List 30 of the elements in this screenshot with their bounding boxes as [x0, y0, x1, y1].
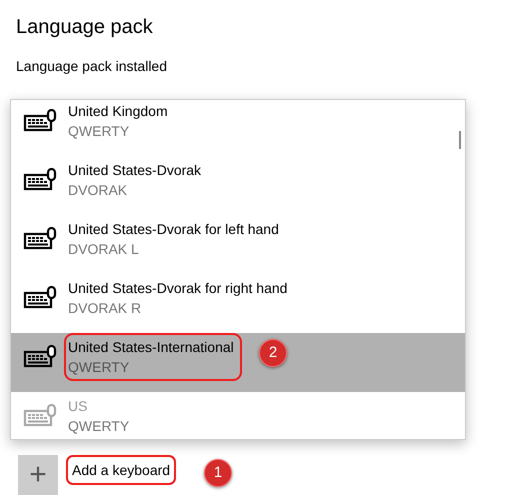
scrollbar-thumb[interactable]: [459, 131, 461, 149]
keyboard-list-item[interactable]: United Kingdom QWERTY: [11, 100, 465, 156]
keyboard-list-item[interactable]: United States-Dvorak DVORAK: [11, 156, 465, 215]
annotation-number: 2: [259, 339, 287, 367]
keyboard-name: United States-Dvorak for right hand: [68, 279, 288, 298]
keyboard-name: United States-Dvorak: [68, 161, 202, 180]
layout-label: QWERTY: [68, 358, 130, 377]
keyboard-icon: [23, 109, 57, 133]
keyboard-list-item[interactable]: United States-International QWERTY 2: [11, 333, 465, 392]
keyboard-icon: [23, 286, 57, 310]
keyboard-name: United Kingdom: [68, 102, 168, 121]
layout-label: QWERTY: [68, 122, 130, 141]
layout-label: DVORAK: [68, 181, 128, 200]
add-keyboard-link[interactable]: Add a keyboard: [68, 457, 174, 483]
keyboard-icon: [23, 404, 57, 428]
section-heading: Language pack: [16, 15, 153, 39]
annotation-number: 1: [204, 459, 232, 487]
keyboard-name: United States-Dvorak for left hand: [68, 220, 279, 239]
keyboard-icon: [23, 168, 57, 192]
keyboard-list-item[interactable]: United States-Dvorak for right hand DVORAK R: [11, 274, 465, 333]
keyboard-list-item[interactable]: United States-Dvorak for left hand DVORAK L: [11, 215, 465, 274]
layout-label: DVORAK R: [68, 299, 142, 318]
keyboard-name: US: [68, 397, 88, 416]
layout-label: DVORAK L: [68, 240, 139, 259]
layout-label: QWERTY: [68, 417, 130, 436]
keyboard-icon: [23, 227, 57, 251]
keyboard-name: United States-International: [68, 338, 234, 357]
add-button[interactable]: +: [18, 455, 58, 495]
status-text: Language pack installed: [16, 57, 168, 75]
keyboard-icon: [23, 345, 57, 369]
